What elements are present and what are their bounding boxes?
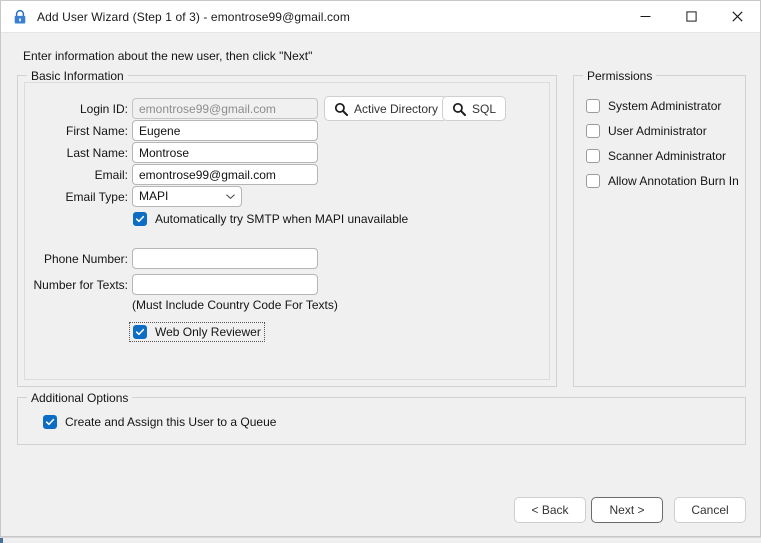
smtp-fallback-label: Automatically try SMTP when MAPI unavail…: [155, 212, 409, 226]
sql-button[interactable]: SQL: [442, 96, 507, 121]
email-type-value: MAPI: [139, 189, 169, 203]
lock-icon: [14, 9, 26, 23]
number-for-texts-input[interactable]: [132, 274, 318, 295]
dialog-client-area: Enter information about the new user, th…: [1, 33, 760, 536]
permission-label: System Administrator: [608, 99, 722, 113]
checkbox-box: [133, 212, 147, 226]
permission-scanner-administrator[interactable]: Scanner Administrator: [586, 149, 726, 163]
web-only-reviewer-label: Web Only Reviewer: [155, 325, 261, 339]
email-type-label: Email Type:: [65, 190, 128, 204]
minimize-button[interactable]: [622, 1, 668, 32]
cancel-button[interactable]: Cancel: [674, 497, 746, 523]
last-name-input[interactable]: [132, 142, 318, 163]
permission-label: User Administrator: [608, 124, 707, 138]
instruction-text: Enter information about the new user, th…: [23, 49, 313, 63]
title-bar-left: Add User Wizard (Step 1 of 3) - emontros…: [1, 9, 622, 25]
search-icon: [334, 102, 348, 116]
checkbox-box: [133, 325, 147, 339]
checkbox-box: [586, 124, 600, 138]
add-user-wizard-window: Add User Wizard (Step 1 of 3) - emontros…: [0, 0, 761, 537]
window-title: Add User Wizard (Step 1 of 3) - emontros…: [37, 9, 350, 24]
permission-label: Allow Annotation Burn In: [608, 174, 739, 188]
checkbox-box: [586, 149, 600, 163]
email-label: Email:: [94, 168, 128, 182]
permissions-group: Permissions System Administrator User Ad…: [573, 69, 746, 387]
maximize-icon: [685, 11, 697, 22]
minimize-icon: [640, 16, 650, 17]
email-input[interactable]: [132, 164, 318, 185]
basic-information-group: Basic Information Login ID: Active Direc…: [17, 69, 557, 387]
number-for-texts-label: Number for Texts:: [33, 278, 128, 292]
title-bar: Add User Wizard (Step 1 of 3) - emontros…: [1, 1, 760, 33]
smtp-fallback-checkbox[interactable]: Automatically try SMTP when MAPI unavail…: [133, 212, 408, 226]
permission-user-administrator[interactable]: User Administrator: [586, 124, 707, 138]
active-directory-button[interactable]: Active Directory: [324, 96, 449, 121]
phone-number-label: Phone Number:: [43, 252, 128, 266]
basic-information-legend: Basic Information: [27, 69, 128, 83]
active-directory-label: Active Directory: [354, 101, 439, 116]
additional-options-group: Additional Options Create and Assign thi…: [17, 391, 746, 445]
phone-number-input[interactable]: [132, 248, 318, 269]
checkbox-box: [586, 174, 600, 188]
window-controls: [622, 1, 760, 32]
additional-options-legend: Additional Options: [27, 391, 133, 405]
taskbar-accent: [0, 538, 3, 543]
check-icon: [45, 418, 55, 426]
close-button[interactable]: [714, 1, 760, 32]
email-type-select[interactable]: MAPI: [132, 186, 242, 207]
maximize-button[interactable]: [668, 1, 714, 32]
create-assign-queue-checkbox[interactable]: Create and Assign this User to a Queue: [43, 415, 276, 429]
next-button[interactable]: Next >: [591, 497, 663, 523]
sql-label: SQL: [472, 101, 497, 116]
web-only-reviewer-checkbox[interactable]: Web Only Reviewer: [129, 322, 265, 342]
background-taskbar-sliver: [0, 537, 761, 543]
close-icon: [731, 11, 743, 22]
login-id-input[interactable]: [132, 98, 318, 119]
last-name-label: Last Name:: [66, 146, 128, 160]
first-name-input[interactable]: [132, 120, 318, 141]
first-name-label: First Name:: [65, 124, 128, 138]
login-id-label: Login ID:: [79, 102, 128, 116]
checkbox-box: [586, 99, 600, 113]
checkbox-box: [43, 415, 57, 429]
back-button[interactable]: < Back: [514, 497, 586, 523]
permission-label: Scanner Administrator: [608, 149, 727, 163]
create-assign-queue-label: Create and Assign this User to a Queue: [65, 415, 277, 429]
permission-system-administrator[interactable]: System Administrator: [586, 99, 721, 113]
search-icon: [452, 102, 466, 116]
chevron-down-icon: [226, 194, 235, 199]
check-icon: [135, 328, 145, 336]
permissions-legend: Permissions: [583, 69, 657, 83]
permission-allow-annotation-burn-in[interactable]: Allow Annotation Burn In: [586, 174, 739, 188]
check-icon: [135, 215, 145, 223]
texts-country-code-hint: (Must Include Country Code For Texts): [132, 298, 338, 312]
